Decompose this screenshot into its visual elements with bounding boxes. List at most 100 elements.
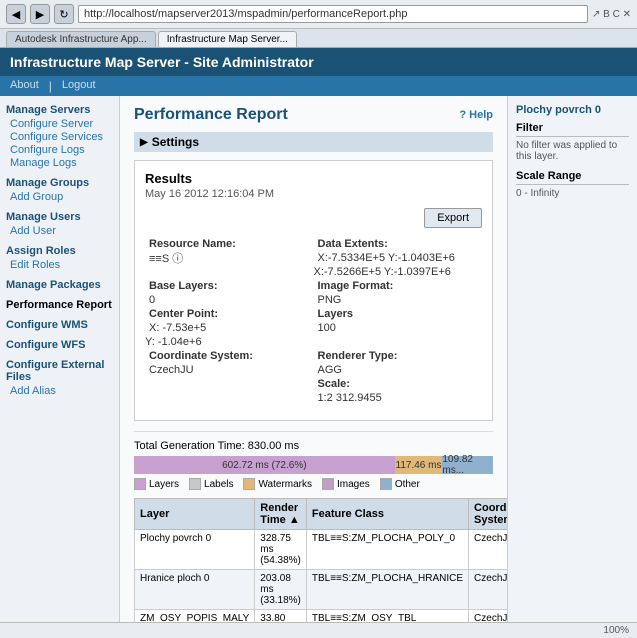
sidebar-title-wms[interactable]: Configure WMS [6,319,113,331]
base-layers-value: 0 [145,292,314,306]
cell-coord-system: CzechJTSK/5.Krovak [469,610,507,623]
app-header: Infrastructure Map Server - Site Adminis… [0,48,637,76]
legend-item-images: Images [322,478,370,490]
export-row: Export [145,208,482,228]
resource-name-value: ≡≡S ⓘ [145,250,314,278]
page-title-row: Performance Report ? Help [134,106,493,124]
legend-item-layers: Layers [134,478,179,490]
sidebar-section-external: Configure External Files Add Alias [6,359,113,397]
image-format-value: PNG [314,292,483,306]
sidebar-link-add-user[interactable]: Add User [6,225,113,237]
sidebar-section-users: Manage Users Add User [6,211,113,237]
legend: Layers Labels Watermarks Images Other [134,478,493,490]
gen-time-value: 830.00 ms [248,440,299,452]
scale-spacer2 [145,390,314,404]
scale-value: 1:2 312.9455 [314,390,483,404]
legend-color-labels [189,478,201,490]
sidebar-link-configure-services[interactable]: Configure Services [6,131,113,143]
data-extents-value: X:-7.5334E+5 Y:-1.0403E+6X:-7.5266E+5 Y:… [314,250,483,278]
scale-value-text: 1:2 312.9455 [314,390,386,406]
sidebar: Manage Servers Configure Server Configur… [0,96,120,622]
cell-coord-system: CzechJTSK/5.Krovak [469,530,507,570]
right-panel-title: Plochy povrch 0 [516,104,629,116]
pb-other-label: 109.82 ms... [442,454,493,476]
right-panel-filter: Filter No filter was applied to this lay… [516,122,629,162]
sidebar-link-configure-server[interactable]: Configure Server [6,118,113,130]
settings-section-header[interactable]: ▶ Settings [134,132,493,152]
results-date: May 16 2012 12:16:04 PM [145,188,482,200]
sidebar-link-configure-logs[interactable]: Configure Logs [6,144,113,156]
results-title: Results [145,171,482,186]
legend-label-labels: Labels [204,479,233,490]
url-bar[interactable]: http://localhost/mapserver2013/mspadmin/… [78,5,588,23]
sidebar-section-packages: Manage Packages [6,279,113,291]
sidebar-section-roles: Assign Roles Edit Roles [6,245,113,271]
help-link[interactable]: ? Help [459,109,493,121]
browser-controls: ↗ B C ✕ [592,9,631,20]
right-panel-filter-text: No filter was applied to this layer. [516,140,629,162]
tab-autodesk[interactable]: Autodesk Infrastructure App... [6,31,156,47]
right-panel-scale: Scale Range 0 - Infinity [516,170,629,199]
cell-feature-class: TBL≡≡S:ZM_PLOCHA_HRANICE [306,570,468,610]
layers-table: Layer Render Time ▲ Feature Class Coordi… [134,498,507,622]
layers-value: 100 [314,320,483,348]
legend-label-watermarks: Watermarks [258,479,312,490]
table-row[interactable]: Hranice ploch 0 203.08 ms (33.18%) TBL≡≡… [135,570,508,610]
forward-button[interactable]: ▶ [30,4,50,24]
right-panel-scale-title: Scale Range [516,170,629,185]
sidebar-title-servers: Manage Servers [6,104,113,116]
legend-color-images [322,478,334,490]
resource-name-value-text: ≡≡S ⓘ [145,251,187,267]
cell-feature-class: TBL≡≡S:ZM_PLOCHA_POLY_0 [306,530,468,570]
sidebar-section-servers: Manage Servers Configure Server Configur… [6,104,113,169]
export-button[interactable]: Export [424,208,482,228]
legend-item-watermarks: Watermarks [243,478,312,490]
right-panel: Plochy povrch 0 Filter No filter was app… [507,96,637,622]
sidebar-section-perf: Performance Report [6,299,113,311]
tab-infrastructure[interactable]: Infrastructure Map Server... [158,31,297,47]
renderer-type-value: AGG [314,362,483,376]
cell-coord-system: CzechJTSK/5.Krovak [469,570,507,610]
data-extents-value-text: X:-7.5334E+5 Y:-1.0403E+6X:-7.5266E+5 Y:… [314,250,455,280]
nav-about[interactable]: About [10,79,39,93]
legend-label-layers: Layers [149,479,179,490]
sidebar-title-perf[interactable]: Performance Report [6,299,113,311]
refresh-button[interactable]: ↻ [54,4,74,24]
progress-bar: 602.72 ms (72.6%) 117.46 ms 109.82 ms... [134,456,493,474]
nav-logout[interactable]: Logout [62,79,96,93]
sidebar-title-external: Configure External Files [6,359,113,383]
resource-name-label: Resource Name: [145,236,314,250]
right-panel-filter-title: Filter [516,122,629,137]
center-point-value: X: -7.53e+5Y: -1.04e+6 [145,320,314,348]
sidebar-link-manage-logs[interactable]: Manage Logs [6,157,113,169]
status-bar: 100% [0,622,637,638]
settings-triangle-icon: ▶ [140,137,148,148]
legend-color-watermarks [243,478,255,490]
info-grid: Resource Name: Data Extents: ≡≡S ⓘ X:-7.… [145,236,482,404]
sidebar-link-edit-roles[interactable]: Edit Roles [6,259,113,271]
sidebar-title-wfs[interactable]: Configure WFS [6,339,113,351]
sidebar-title-roles: Assign Roles [6,245,113,257]
back-button[interactable]: ◀ [6,4,26,24]
cell-layer: Plochy povrch 0 [135,530,255,570]
sidebar-link-add-alias[interactable]: Add Alias [6,385,113,397]
table-row[interactable]: Plochy povrch 0 328.75 ms (54.38%) TBL≡≡… [135,530,508,570]
cell-render-time: 203.08 ms (33.18%) [255,570,307,610]
sidebar-link-add-group[interactable]: Add Group [6,191,113,203]
legend-item-other: Other [380,478,420,490]
legend-color-other [380,478,392,490]
coord-system-label: Coordinate System: [145,348,314,362]
pb-other: 109.82 ms... [442,456,493,474]
cell-feature-class: TBL≡≡S:ZM_OSY_TBL [306,610,468,623]
sidebar-title-packages: Manage Packages [6,279,113,291]
layers-label: Layers [314,306,483,320]
table-row[interactable]: ZM_OSY_POPIS_MALY 33.80 ms (5.6%) TBL≡≡S… [135,610,508,623]
pb-layers-label: 602.72 ms (72.6%) [222,460,307,471]
page-title: Performance Report [134,106,288,124]
gen-time: Total Generation Time: 830.00 ms [134,440,493,452]
col-layer: Layer [135,499,255,530]
legend-label-images: Images [337,479,370,490]
layers-value-text: 100 [314,320,340,336]
col-render-time[interactable]: Render Time ▲ [255,499,307,530]
center-point-value-text: X: -7.53e+5Y: -1.04e+6 [145,320,206,350]
